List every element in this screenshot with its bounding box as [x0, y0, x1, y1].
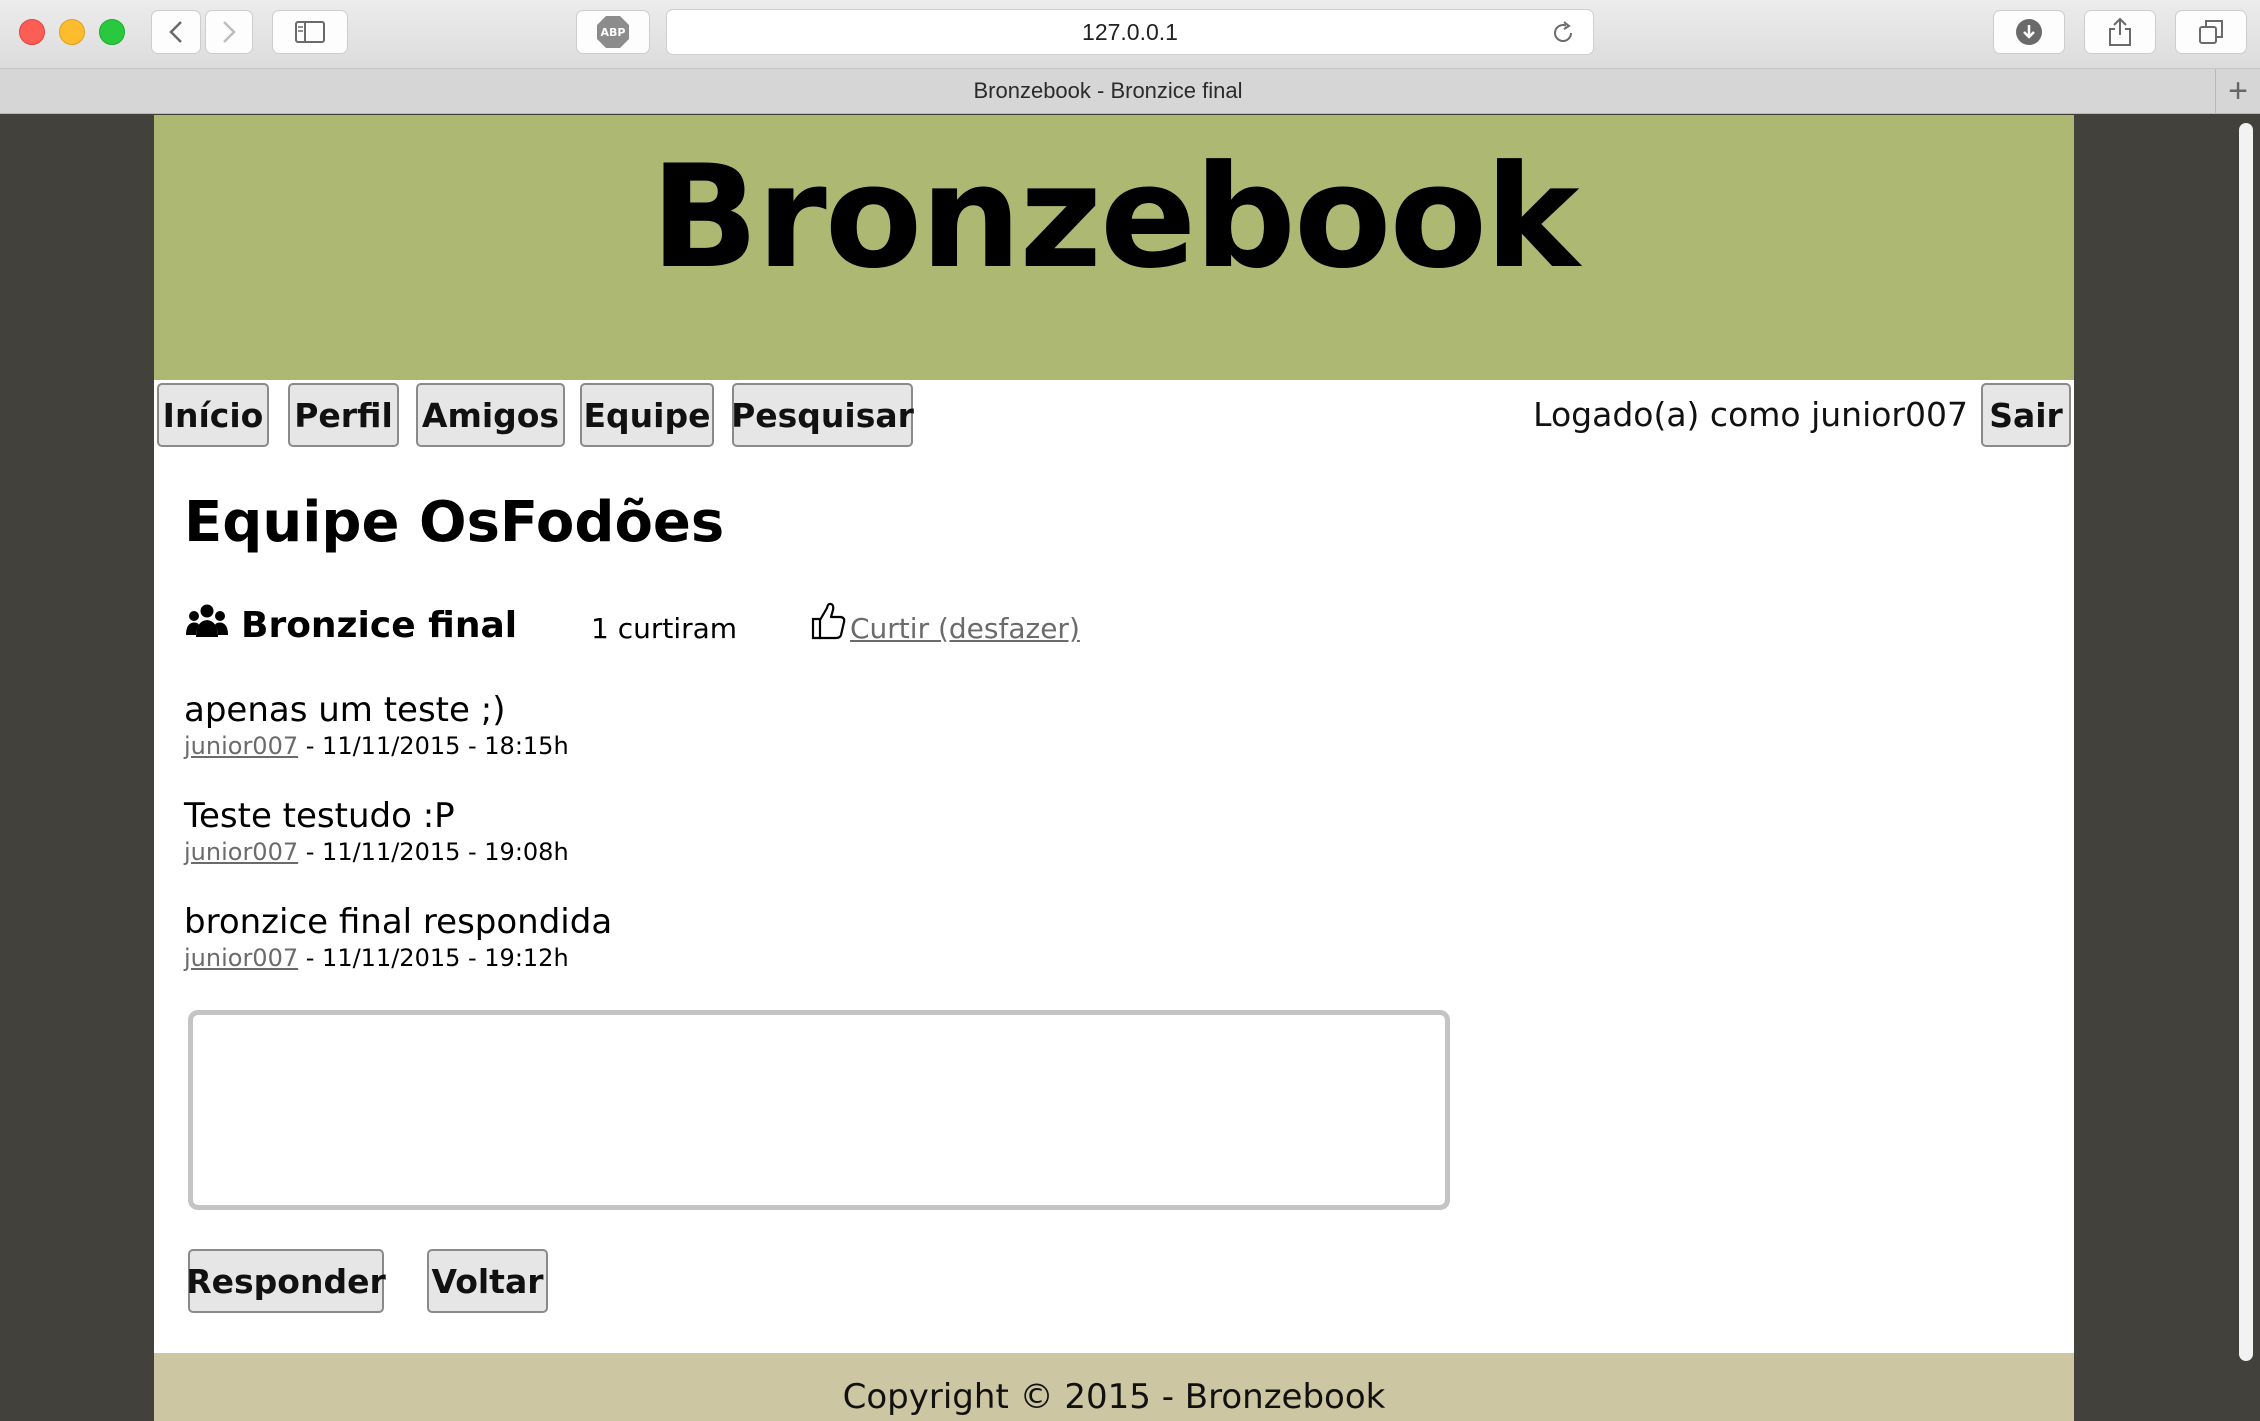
group-icon [186, 604, 228, 637]
adblock-button[interactable]: ABP [576, 10, 650, 54]
nav-perfil-button[interactable]: Perfil [288, 383, 399, 447]
post-date: - 11/11/2015 - 18:15h [298, 732, 569, 760]
post-item: bronzice final respondida junior007 - 11… [184, 902, 612, 972]
site-footer: Copyright © 2015 - Bronzebook [154, 1353, 2074, 1421]
tabs-icon [2199, 20, 2223, 44]
nav-bar: Início Perfil Amigos Equipe Pesquisar Lo… [154, 383, 2074, 449]
nav-pesquisar-button[interactable]: Pesquisar [731, 383, 914, 447]
svg-text:ABP: ABP [601, 26, 626, 39]
tab-bar: Bronzebook - Bronzice final + [0, 69, 2260, 114]
back-button[interactable] [151, 10, 201, 54]
download-icon [2016, 19, 2042, 45]
thumbs-up-icon[interactable] [810, 601, 846, 641]
post-message: Teste testudo :P [184, 796, 455, 836]
post-meta: junior007 - 11/11/2015 - 19:12h [184, 944, 612, 972]
nav-equipe-button[interactable]: Equipe [580, 383, 714, 447]
back-link-button[interactable]: Voltar [427, 1249, 548, 1313]
like-undo-link[interactable]: Curtir (desfazer) [850, 612, 1080, 645]
share-icon [2109, 17, 2131, 46]
chevron-left-icon [169, 21, 182, 43]
post-date: - 11/11/2015 - 19:08h [298, 838, 569, 866]
web-page: Bronzebook Início Perfil Amigos Equipe P… [154, 115, 2074, 1421]
logged-in-text: Logado(a) como junior007 [1533, 395, 1968, 434]
scrollbar-thumb[interactable] [2239, 123, 2253, 1361]
logout-button[interactable]: Sair [1981, 383, 2071, 447]
downloads-button[interactable] [1993, 10, 2065, 54]
post-item: apenas um teste ;) junior007 - 11/11/201… [184, 690, 569, 760]
zoom-window-button[interactable] [99, 19, 125, 45]
url-text[interactable]: 127.0.0.1 [667, 10, 1593, 54]
site-header: Bronzebook [154, 115, 2074, 380]
reply-textarea[interactable] [188, 1010, 1450, 1210]
minimize-window-button[interactable] [59, 19, 85, 45]
share-button[interactable] [2084, 10, 2156, 54]
likes-count: 1 curtiram [591, 612, 738, 645]
sidebar-button[interactable] [272, 10, 348, 54]
post-meta: junior007 - 11/11/2015 - 19:08h [184, 838, 569, 866]
post-date: - 11/11/2015 - 19:12h [298, 944, 569, 972]
post-author-link[interactable]: junior007 [184, 944, 298, 972]
tab-active[interactable]: Bronzebook - Bronzice final [0, 69, 2216, 113]
nav-inicio-button[interactable]: Início [157, 383, 269, 447]
page-title: Equipe OsFodões [184, 490, 725, 555]
post-message: apenas um teste ;) [184, 690, 506, 730]
forward-button[interactable] [205, 10, 253, 54]
post-author-link[interactable]: junior007 [184, 732, 298, 760]
post-author-link[interactable]: junior007 [184, 838, 298, 866]
address-bar[interactable]: 127.0.0.1 [666, 9, 1594, 55]
chevron-right-icon [223, 21, 236, 43]
adblock-icon: ABP [597, 16, 629, 48]
new-tab-button[interactable]: + [2215, 69, 2260, 113]
copyright-text: Copyright © 2015 - Bronzebook [842, 1377, 1386, 1417]
post-message: bronzice final respondida [184, 902, 613, 942]
site-title: Bronzebook [650, 135, 1579, 300]
scrollbar[interactable] [2232, 115, 2260, 1421]
browser-toolbar: ABP 127.0.0.1 [0, 0, 2260, 69]
reply-button[interactable]: Responder [186, 1249, 386, 1313]
post-meta: junior007 - 11/11/2015 - 18:15h [184, 732, 569, 760]
tabs-overview-button[interactable] [2175, 10, 2247, 54]
topic-title: Bronzice final [241, 605, 518, 646]
post-item: Teste testudo :P junior007 - 11/11/2015 … [184, 796, 569, 866]
close-window-button[interactable] [19, 19, 45, 45]
nav-amigos-button[interactable]: Amigos [416, 383, 565, 447]
sidebar-icon [295, 21, 325, 43]
reload-icon[interactable] [1551, 21, 1575, 45]
